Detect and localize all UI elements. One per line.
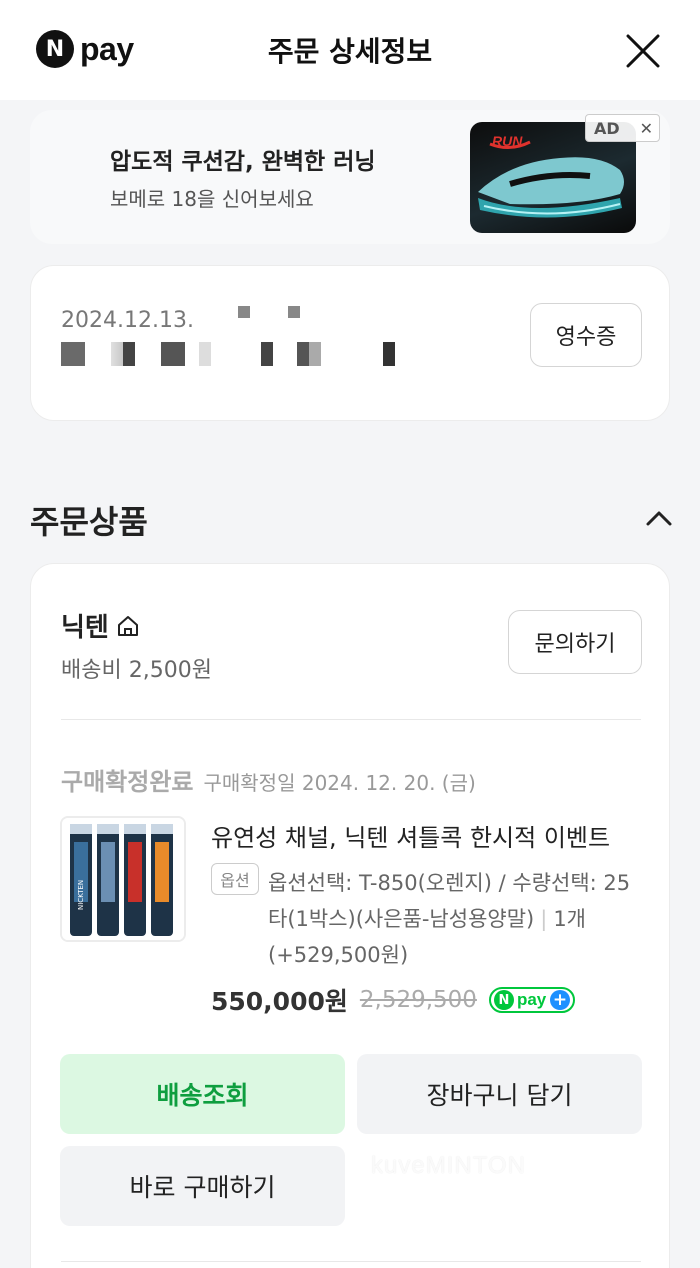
inquiry-button[interactable]: 문의하기 bbox=[508, 610, 642, 674]
ad-close-icon[interactable]: ✕ bbox=[640, 119, 653, 138]
receipt-button[interactable]: 영수증 bbox=[530, 303, 642, 367]
ad-subtitle: 보메로 18을 신어보세요 bbox=[110, 187, 314, 211]
order-number-redacted bbox=[61, 342, 395, 366]
price-line: 550,000원 2,529,500 N pay + bbox=[211, 982, 575, 1018]
page-title: 주문 상세정보 bbox=[267, 35, 433, 68]
close-icon[interactable] bbox=[622, 30, 664, 72]
watermark: kuveMINTON bbox=[371, 1152, 526, 1179]
tube-label: NICKTEN bbox=[77, 880, 85, 910]
order-info-card: 2024.12.13. 영수증 bbox=[30, 265, 670, 421]
shipping-fee: 배송비 2,500원 bbox=[61, 658, 212, 683]
option-tag: 옵션 bbox=[211, 863, 259, 895]
top-bar: N pay 주문 상세정보 bbox=[0, 0, 700, 100]
order-redaction-top bbox=[238, 306, 250, 318]
product-card: 닉텐 배송비 2,500원 문의하기 구매확정완료 구매확정일 2024. 12… bbox=[30, 563, 670, 1268]
quantity: 1개 bbox=[553, 907, 586, 931]
buy-now-button[interactable]: 바로 구매하기 bbox=[60, 1146, 345, 1226]
qty-separator: | bbox=[540, 907, 548, 931]
npay-badge-text: pay bbox=[516, 990, 547, 1009]
plus-icon: + bbox=[549, 990, 570, 1010]
original-price: 2,529,500 bbox=[359, 987, 477, 1013]
ad-title: 압도적 쿠션감, 완벽한 러닝 bbox=[110, 149, 376, 175]
option-details: 옵션선택: T-850(오렌지) / 수량선택: 25타(1박스)(사은품-남성… bbox=[268, 865, 648, 973]
ad-badge[interactable]: AD ✕ bbox=[585, 114, 660, 142]
status-date: 구매확정일 2024. 12. 20. (금) bbox=[203, 771, 476, 795]
section-title: 주문상품 bbox=[30, 503, 148, 541]
divider-bottom bbox=[61, 1261, 641, 1262]
price: 550,000원 bbox=[211, 987, 348, 1016]
status-label: 구매확정완료 bbox=[61, 768, 194, 796]
product-name[interactable]: 유연성 채널, 닉텐 셔틀콕 한시적 이벤트 bbox=[211, 818, 641, 853]
npay-badge-mark: N bbox=[493, 990, 514, 1010]
purchase-status: 구매확정완료 구매확정일 2024. 12. 20. (금) bbox=[61, 762, 476, 797]
home-icon bbox=[117, 615, 138, 636]
order-redaction-top-2 bbox=[288, 306, 300, 318]
seller-name: 닉텐 bbox=[61, 613, 109, 643]
add-to-cart-button[interactable]: 장바구니 담기 bbox=[357, 1054, 642, 1134]
seller-header[interactable]: 닉텐 bbox=[61, 607, 141, 644]
ad-badge-label: AD bbox=[594, 118, 620, 138]
ad-banner[interactable]: 압도적 쿠션감, 완벽한 러닝 보메로 18을 신어보세요 RUN AD ✕ bbox=[30, 110, 670, 244]
product-image[interactable]: NICKTEN bbox=[60, 816, 186, 942]
delivery-tracking-button[interactable]: 배송조회 bbox=[60, 1054, 345, 1134]
option-extra: (+529,500원) bbox=[268, 943, 409, 967]
chevron-up-icon[interactable] bbox=[644, 506, 674, 530]
order-date: 2024.12.13. bbox=[61, 308, 194, 333]
divider bbox=[61, 719, 641, 720]
npay-plus-badge: N pay + bbox=[488, 987, 575, 1013]
